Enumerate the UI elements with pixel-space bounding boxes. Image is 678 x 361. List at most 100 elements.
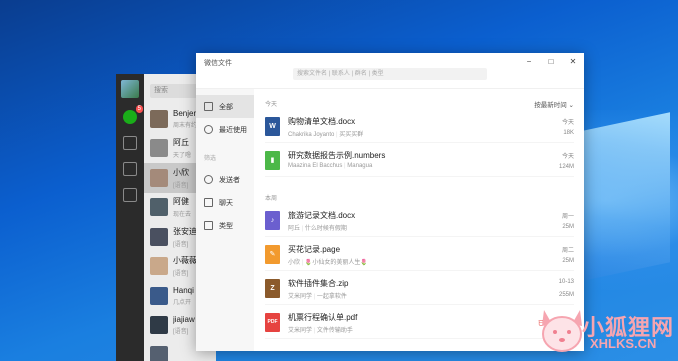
file-meta: 阿丘 | 什么时候有假期	[288, 223, 347, 232]
nav-type-label: 类型	[219, 222, 233, 230]
section-header-today: 今天 按最新时间 ⌄	[254, 89, 584, 109]
file-search-input[interactable]: 搜索文件名 | 联系人 | 群名 | 类型	[293, 68, 487, 80]
file-name: 软件插件集合.zip	[288, 279, 349, 288]
file-list: 今天 按最新时间 ⌄ W 购物清单文档.docx Chakrika Joyanto …	[254, 89, 584, 351]
contact-avatar	[150, 286, 168, 305]
nav-recent-label: 最近使用	[219, 126, 247, 134]
file-type-icon: W	[265, 117, 280, 136]
file-source: 什么时候有假期	[304, 226, 347, 232]
file-name: 机票行程确认单.pdf	[288, 313, 358, 322]
file-size: 18K	[563, 130, 574, 136]
contact-avatar	[150, 198, 168, 217]
section-label-today: 今天	[265, 102, 278, 108]
avatar[interactable]	[121, 80, 139, 98]
file-meta: 艾米同学 | 一起拿软件	[288, 291, 347, 300]
clock-icon	[204, 125, 213, 134]
watermark: 小狐狸网 XHLKS.CN	[538, 292, 678, 361]
contact-name: 小薇薇	[173, 256, 197, 266]
contact-avatar	[150, 109, 168, 128]
contact-avatar	[150, 227, 168, 246]
file-sender: 艾米同学	[288, 294, 313, 300]
file-name: 旅游记录文档.docx	[288, 211, 356, 220]
chat-icon[interactable]: 5	[123, 105, 143, 124]
contact-avatar	[150, 168, 168, 187]
title-bar: 微信文件 搜索文件名 | 联系人 | 群名 | 类型 − □ ✕	[196, 53, 584, 89]
contact-name: 阿丘	[173, 138, 189, 148]
last-message: [语音]	[173, 241, 189, 248]
wechat-nav-rail: 5	[116, 74, 144, 361]
file-size: 124M	[558, 164, 574, 170]
fox-logo-icon	[542, 310, 582, 352]
file-source: 买买买群	[339, 132, 364, 138]
last-message: 现在去	[173, 212, 192, 219]
file-row[interactable]: W 购物清单文档.docx Chakrika Joyanto | 买买买群 今天 18K	[265, 109, 574, 143]
nav-sender[interactable]: 发送者	[196, 168, 254, 191]
file-row[interactable]: ♪ 旅游记录文档.docx 阿丘 | 什么时候有假期 周一 25M	[265, 203, 574, 237]
all-files-icon	[204, 102, 213, 111]
file-type-icon: ✎	[265, 245, 280, 264]
last-message: [语音]	[173, 271, 189, 278]
nav-recent[interactable]: 最近使用	[196, 118, 254, 141]
maximize-button[interactable]: □	[540, 53, 562, 71]
file-row[interactable]: Z 软件插件集合.zip 艾米同学 | 一起拿软件 10-13 255M	[265, 271, 574, 305]
wechat-files-window: 微信文件 搜索文件名 | 联系人 | 群名 | 类型 − □ ✕ 全部 最近使用…	[196, 53, 584, 351]
close-button[interactable]: ✕	[562, 53, 584, 71]
contact-avatar	[150, 345, 168, 361]
contact-name: 阿健	[173, 197, 189, 207]
file-row[interactable]: PDF机票行程确认单.pdf艾米同学 | 文件传输助手已过期或被清	[265, 305, 574, 339]
file-sender: Chakrika Joyanto	[288, 132, 335, 138]
file-source: Managua	[347, 163, 373, 169]
contact-avatar	[150, 139, 168, 158]
unread-badge: 5	[135, 105, 143, 113]
contact-name: jiajiaw	[173, 315, 195, 325]
file-source: 文件传输助手	[316, 328, 353, 334]
last-message: [语音]	[173, 182, 189, 189]
file-meta: Chakrika Joyanto | 买买买群	[288, 129, 363, 138]
file-size: 25M	[562, 224, 574, 230]
file-type-icon: ♪	[265, 211, 280, 230]
section-label-week: 本周	[265, 196, 278, 202]
nav-chat-label: 聊天	[219, 199, 233, 207]
file-sender: 艾米同学	[288, 328, 313, 334]
file-source: 一起拿软件	[316, 294, 347, 300]
file-sender: Maazina El Bacchus	[288, 163, 343, 169]
file-source: 🌷小仙女的美丽人生🌷	[304, 260, 368, 266]
files-sidebar: 全部 最近使用 筛选 发送者 聊天 类型	[196, 89, 254, 351]
file-type-icon: Z	[265, 279, 280, 298]
contacts-icon[interactable]	[123, 136, 137, 150]
nav-chat[interactable]: 聊天	[196, 191, 254, 214]
contact-name: 张安迪	[173, 226, 197, 236]
file-row[interactable]: ✎ 买花记录.page 小欣 | 🌷小仙女的美丽人生🌷 周二 25M	[265, 237, 574, 271]
file-row[interactable]: ▮ 研究数据报告示例.numbers Maazina El Bacchus | Ma…	[265, 143, 574, 177]
file-meta: Maazina El Bacchus | Managua	[288, 163, 372, 169]
last-message: 天了噜	[173, 153, 192, 160]
minimize-button[interactable]: −	[518, 53, 540, 71]
last-message: 几点开	[173, 299, 192, 306]
nav-all[interactable]: 全部	[196, 95, 254, 118]
file-name: 购物清单文档.docx	[288, 117, 356, 126]
filter-label: 筛选	[204, 156, 217, 162]
file-meta: 艾米同学 | 文件传输助手	[288, 325, 353, 334]
folder-icon[interactable]	[123, 188, 137, 202]
contact-name: 小欣	[173, 167, 189, 177]
contact-avatar	[150, 257, 168, 276]
file-date: 周二	[561, 248, 574, 254]
file-sender: 阿丘	[288, 226, 301, 232]
contact-avatar	[150, 316, 168, 335]
file-name: 研究数据报告示例.numbers	[288, 151, 386, 160]
favorites-icon[interactable]	[123, 162, 137, 176]
file-meta: 小欣 | 🌷小仙女的美丽人生🌷	[288, 257, 368, 266]
watermark-url: XHLKS.CN	[590, 336, 657, 351]
last-message: [语音]	[173, 329, 189, 336]
file-sender: 小欣	[288, 260, 301, 266]
sort-dropdown[interactable]: 按最新时间 ⌄	[534, 99, 574, 109]
file-type-icon: PDF	[265, 313, 280, 332]
nav-all-label: 全部	[219, 103, 233, 111]
nav-type[interactable]: 类型	[196, 214, 254, 237]
contact-name: Hanqi	[173, 285, 194, 295]
section-header-week: 本周	[254, 183, 584, 203]
file-date: 今天	[561, 120, 574, 126]
window-title: 微信文件	[204, 60, 232, 67]
person-icon	[204, 175, 213, 184]
file-size: 25M	[562, 258, 574, 264]
